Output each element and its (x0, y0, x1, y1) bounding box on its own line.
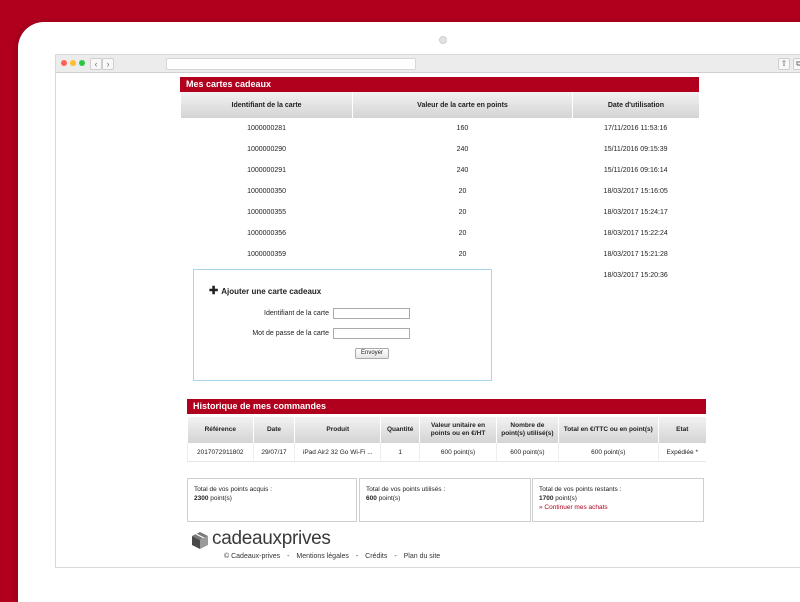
column-header: Produit (294, 417, 381, 443)
column-header: Identifiant de la carte (179, 92, 353, 118)
add-card-title-text: Ajouter une carte cadeaux (221, 287, 322, 296)
card-password-input[interactable] (333, 328, 410, 339)
table-cell: iPad Air2 32 Go Wi-Fi ... (294, 443, 381, 462)
points-remaining-box: Total de vos points restants : 1700 poin… (532, 478, 704, 522)
chevron-right-icon[interactable]: › (102, 58, 114, 70)
points-remaining-value: 1700 (539, 495, 554, 502)
table-cell: 18/03/2017 15:24:17 (603, 209, 668, 216)
copyright-text: © Cadeaux-prives (224, 553, 281, 560)
table-cell: 20 (458, 209, 467, 216)
card-id-input[interactable] (333, 308, 410, 319)
table-row: 1000000356 20 18/03/2017 15:22:24 (181, 223, 700, 244)
column-header: Total en €/TTC ou en point(s) (557, 417, 659, 443)
table-cell: 15/11/2016 09:15:39 (603, 146, 668, 153)
table-cell: 17/11/2016 11:53:16 (604, 125, 668, 132)
table-cell: 600 point(s) (495, 443, 559, 462)
column-header: Référence (187, 417, 254, 443)
plus-icon: ✚ (209, 285, 219, 297)
table-cell: 1000000356 (247, 230, 287, 237)
submit-button[interactable]: Envoyer (355, 348, 389, 359)
browser-window: ‹ › ⇧ ⧉ Mes cartes cadeaux Identifiant d… (55, 54, 800, 568)
table-cell: 1000000281 (247, 125, 287, 132)
gift-logo-icon (192, 532, 208, 549)
share-icon[interactable]: ⇧ (778, 58, 790, 70)
orders-table: Référence Date Produit Quantité Valeur u… (187, 417, 706, 462)
points-used-value: 600 (366, 495, 377, 502)
table-cell: 1000000291 (247, 167, 287, 174)
column-header: Quantité (380, 417, 420, 443)
table-cell: 600 point(s) (419, 443, 497, 462)
gift-cards-table: Identifiant de la carte Valeur de la car… (179, 92, 700, 286)
footer-link-sitemap[interactable]: Plan du site (404, 553, 441, 560)
points-unit: point(s) (378, 495, 401, 502)
footer-separator: - (394, 553, 397, 560)
camera-icon (439, 36, 447, 44)
footer-separator: - (287, 553, 290, 560)
points-unit: point(s) (555, 495, 577, 502)
table-cell: 240 (456, 146, 469, 153)
orders-header: Historique de mes commandes (187, 399, 706, 414)
points-used-label: Total de vos points utilisés : (366, 486, 446, 493)
points-remaining-label: Total de vos points restants : (539, 486, 622, 493)
table-row: 2017072911802 29/07/17 iPad Air2 32 Go Wi-… (187, 443, 706, 462)
card-id-label: Identifiant de la carte (264, 310, 329, 317)
table-cell: 20 (458, 230, 467, 237)
points-used-box: Total de vos points utilisés : 600 point… (359, 478, 531, 522)
table-row: 1000000350 20 18/03/2017 15:16:05 (181, 181, 700, 202)
table-cell: 1 (380, 443, 420, 462)
points-acquired-label: Total de vos points acquis : (194, 486, 273, 493)
table-cell: 20 (458, 251, 467, 258)
site-logo[interactable]: cadeauxprives (212, 528, 331, 550)
footer-link-credits[interactable]: Crédits (365, 553, 387, 560)
close-window-button[interactable] (61, 60, 67, 66)
column-header: Date (252, 417, 295, 443)
browser-toolbar: ‹ › ⇧ ⧉ (56, 55, 800, 73)
table-cell: 29/07/17 (252, 443, 295, 462)
add-card-title: ✚ Ajouter une carte cadeaux (209, 284, 321, 297)
maximize-window-button[interactable] (79, 60, 85, 66)
column-header: Nombre de point(s) utilisé(s) (495, 417, 559, 443)
minimize-window-button[interactable] (70, 60, 76, 66)
table-cell: 18/03/2017 15:21:28 (603, 251, 668, 258)
table-cell: 1000000355 (247, 209, 287, 216)
table-cell: 18/03/2017 15:16:05 (603, 188, 668, 195)
table-cell: 20 (458, 188, 467, 195)
column-header: Date d'utilisation (571, 92, 699, 118)
table-row: 1000000355 20 18/03/2017 15:24:17 (181, 202, 700, 223)
table-cell: 18/03/2017 15:22:24 (603, 230, 668, 237)
table-cell: 240 (456, 167, 469, 174)
address-bar[interactable] (166, 58, 416, 70)
table-cell: 600 point(s) (557, 443, 659, 462)
table-cell: Expédiée * (657, 443, 706, 462)
table-row: 1000000291 240 15/11/2016 09:16:14 (181, 160, 700, 181)
table-row: 1000000290 240 15/11/2016 09:15:39 (181, 139, 700, 160)
column-header: Valeur unitaire en points ou en €/HT (419, 417, 497, 443)
footer-separator: - (355, 553, 359, 560)
column-header: Valeur de la carte en points (352, 92, 573, 118)
table-row: 1000000281 160 17/11/2016 11:53:16 (181, 118, 700, 139)
points-unit: point(s) (210, 495, 232, 502)
gift-cards-header: Mes cartes cadeaux (180, 77, 699, 92)
points-acquired-box: Total de vos points acquis : 2300 point(… (187, 478, 357, 522)
table-cell: 2017072911802 (187, 443, 254, 462)
table-cell: 1000000290 (247, 146, 287, 153)
card-password-label: Mot de passe de la carte (252, 330, 329, 337)
table-cell: 1000000350 (247, 188, 287, 195)
table-row: 1000000359 20 18/03/2017 15:21:28 (181, 244, 700, 265)
table-cell: 18/03/2017 15:20:36 (603, 272, 668, 279)
page-content: Mes cartes cadeaux Identifiant de la car… (56, 73, 800, 567)
chevron-left-icon[interactable]: ‹ (90, 58, 102, 70)
add-card-panel: ✚ Ajouter une carte cadeaux Identifiant d… (193, 269, 492, 381)
points-acquired-value: 2300 (194, 495, 209, 502)
column-header: Etat (657, 417, 706, 443)
footer-link-mentions[interactable]: Mentions légales (296, 553, 349, 560)
footer-links: © Cadeaux-prives - Mentions légales - Cr… (224, 553, 445, 560)
table-cell: 160 (456, 125, 469, 132)
table-cell: 15/11/2016 09:16:14 (603, 167, 668, 174)
continue-shopping-link[interactable]: » Continuer mes achats (539, 503, 703, 512)
tabs-icon[interactable]: ⧉ (793, 58, 800, 70)
table-cell: 1000000359 (247, 251, 287, 258)
